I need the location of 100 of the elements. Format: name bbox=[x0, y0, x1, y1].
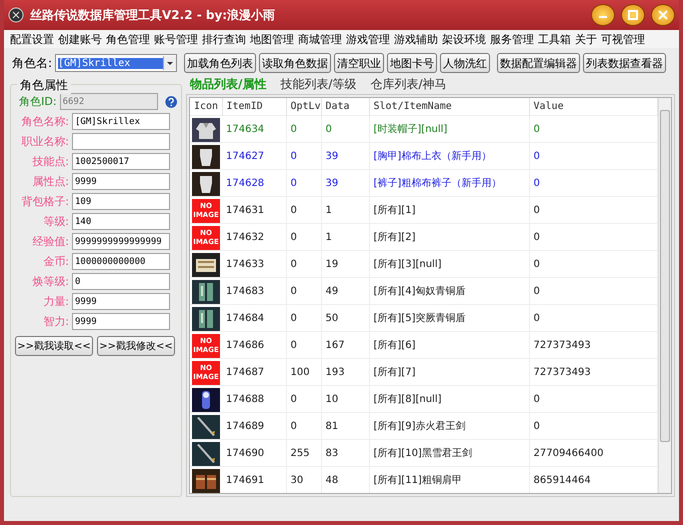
table-cell: 0 bbox=[529, 196, 658, 224]
table-cell: 193 bbox=[321, 358, 369, 386]
table-cell: 174689 bbox=[222, 412, 286, 440]
table-cell: 0 bbox=[286, 170, 321, 196]
input-field[interactable]: 0 bbox=[72, 273, 170, 290]
input-field[interactable]: 9999999999999999 bbox=[72, 233, 170, 250]
menu-item[interactable]: 游戏管理 bbox=[344, 32, 392, 46]
table-cell: 19 bbox=[321, 250, 369, 278]
table-cell: 81 bbox=[321, 412, 369, 440]
menu-item[interactable]: 工具箱 bbox=[536, 32, 573, 46]
tab[interactable]: 仓库列表/神马 bbox=[370, 76, 446, 92]
menu-item[interactable]: 关于 bbox=[573, 32, 599, 46]
table-cell: 174687 bbox=[222, 358, 286, 386]
table-cell: 174684 bbox=[222, 304, 286, 332]
table-cell: 0 bbox=[529, 250, 658, 278]
table-cell: [所有][7] bbox=[369, 358, 529, 386]
minimize-button[interactable] bbox=[591, 4, 615, 26]
field-label: 背包格子: bbox=[20, 194, 69, 209]
table-cell: 174632 bbox=[222, 224, 286, 250]
table-cell: [所有][1] bbox=[369, 196, 529, 224]
input-field[interactable]: 140 bbox=[72, 213, 170, 230]
column-header[interactable]: Icon bbox=[190, 98, 222, 116]
table-cell: 727373493 bbox=[529, 358, 658, 386]
table-cell: 0 bbox=[286, 224, 321, 250]
table-cell: 174631 bbox=[222, 196, 286, 224]
menu-item[interactable]: 配置设置 bbox=[8, 32, 56, 46]
close-icon bbox=[658, 10, 668, 20]
field-label: 力量: bbox=[42, 294, 69, 309]
field-label: 经验值: bbox=[31, 234, 69, 249]
table-cell: 0 bbox=[321, 116, 369, 142]
table-cell: [胸甲]棉布上衣（新手用） bbox=[369, 142, 529, 170]
table-cell: 174628 bbox=[222, 170, 286, 196]
column-header[interactable]: Data bbox=[321, 98, 369, 116]
input-field[interactable]: 9999 bbox=[72, 293, 170, 310]
role-name-label: 角色名: bbox=[12, 54, 52, 72]
menu-item[interactable]: 商城管理 bbox=[296, 32, 344, 46]
field-label: 角色ID: bbox=[18, 94, 57, 109]
toolbar-button[interactable]: 加载角色列表 bbox=[184, 53, 256, 73]
table-cell: 0 bbox=[529, 278, 658, 304]
caret-icon bbox=[163, 56, 176, 70]
menu-item[interactable]: 角色管理 bbox=[104, 32, 152, 46]
table-cell: 865914464 bbox=[529, 466, 658, 493]
field-label: 金币: bbox=[42, 254, 69, 269]
field-label: 智力: bbox=[42, 314, 69, 329]
table-cell: 0 bbox=[529, 412, 658, 440]
menu-item[interactable]: 账号管理 bbox=[152, 32, 200, 46]
tab[interactable]: 技能列表/等级 bbox=[280, 76, 356, 92]
menu-item[interactable]: 创建账号 bbox=[56, 32, 104, 46]
table-cell: 174683 bbox=[222, 278, 286, 304]
input-field[interactable]: 1002500017 bbox=[72, 153, 170, 170]
table-cell: 174633 bbox=[222, 250, 286, 278]
table-cell: [所有][10]黑雪君王剑 bbox=[369, 440, 529, 466]
maximize-icon bbox=[628, 10, 638, 20]
field-label: 属性点: bbox=[31, 174, 69, 189]
menu-item[interactable]: 排行查询 bbox=[200, 32, 248, 46]
toolbar-button[interactable]: 人物洗红 bbox=[440, 53, 490, 73]
role-name-combo[interactable]: [GM]Skrillex bbox=[55, 54, 178, 72]
table-cell: 0 bbox=[529, 386, 658, 412]
input-field[interactable]: 109 bbox=[72, 193, 170, 210]
toolbar-button[interactable]: 数据配置编辑器 bbox=[497, 53, 580, 73]
table-cell: 167 bbox=[321, 332, 369, 358]
field-label: 焕等级: bbox=[31, 274, 69, 289]
table-cell: 83 bbox=[321, 440, 369, 466]
scrollbar[interactable] bbox=[658, 98, 671, 493]
menu-item[interactable]: 服务管理 bbox=[488, 32, 536, 46]
table-cell: 1 bbox=[321, 196, 369, 224]
menu-item[interactable]: 可视管理 bbox=[599, 32, 647, 46]
action-button[interactable]: >>戳我修改<< bbox=[97, 336, 175, 356]
toolbar-button[interactable]: 地图卡号 bbox=[387, 53, 438, 73]
field-label: 技能点: bbox=[31, 154, 69, 169]
input-field[interactable]: 9999 bbox=[72, 173, 170, 190]
input-field[interactable]: 9999 bbox=[72, 313, 170, 330]
column-header[interactable]: ItemID bbox=[222, 98, 286, 116]
maximize-button[interactable] bbox=[621, 4, 645, 26]
toolbar-button[interactable]: 读取角色数据 bbox=[259, 53, 332, 73]
menu-item[interactable]: 地图管理 bbox=[248, 32, 296, 46]
table-cell: [裤子]粗棉布裤子（新手用） bbox=[369, 170, 529, 196]
table-cell: 30 bbox=[286, 466, 321, 493]
toolbar-button[interactable]: 清空职业 bbox=[334, 53, 384, 73]
action-button[interactable]: >>戳我读取<< bbox=[15, 336, 93, 356]
table-cell: 0 bbox=[286, 412, 321, 440]
table-cell: 0 bbox=[529, 116, 658, 142]
table-cell: [所有][9]赤火君王剑 bbox=[369, 412, 529, 440]
table-cell: 49 bbox=[321, 278, 369, 304]
table-cell: [所有][11]粗铜肩甲 bbox=[369, 466, 529, 493]
input-field[interactable]: [GM]Skrillex bbox=[72, 113, 170, 130]
toolbar-button[interactable]: 列表数据查看器 bbox=[583, 53, 666, 73]
input-field[interactable] bbox=[72, 133, 170, 150]
column-header[interactable]: Slot/ItemName bbox=[369, 98, 529, 116]
close-button[interactable] bbox=[651, 4, 675, 26]
menu-item[interactable]: 架设环境 bbox=[440, 32, 488, 46]
input-field[interactable]: 1000000000000 bbox=[72, 253, 170, 270]
table-cell: 0 bbox=[286, 116, 321, 142]
table-cell: 0 bbox=[286, 304, 321, 332]
table-cell: 27709466400 bbox=[529, 440, 658, 466]
field-label: 职业名称: bbox=[20, 134, 69, 149]
table-cell: 1 bbox=[321, 224, 369, 250]
table-cell: 174686 bbox=[222, 332, 286, 358]
menu-item[interactable]: 游戏辅助 bbox=[392, 32, 440, 46]
column-header[interactable]: OptLv bbox=[286, 98, 321, 116]
